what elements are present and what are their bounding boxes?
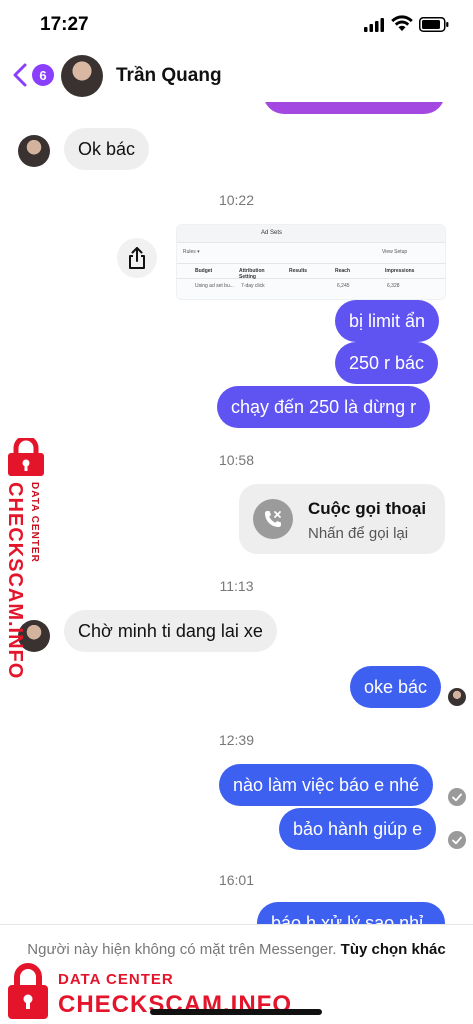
- image-cell: 6,245: [337, 283, 350, 289]
- wifi-icon: [391, 15, 413, 31]
- share-icon: [129, 247, 145, 269]
- chevron-left-icon: [13, 63, 27, 87]
- image-topbar: Ad Sets: [177, 225, 445, 243]
- message-bubble-outgoing[interactable]: báo h xử lý sao nhỉ: [257, 902, 445, 924]
- message-bubble-incoming[interactable]: Ok bác: [64, 128, 150, 170]
- image-cell: 6,328: [387, 283, 400, 289]
- more-options-link[interactable]: Tùy chọn khác: [341, 941, 446, 958]
- missed-call-icon: [253, 499, 293, 539]
- home-indicator[interactable]: [150, 1009, 322, 1015]
- timestamp: 11:13: [219, 578, 254, 594]
- image-col-header: Results: [289, 268, 308, 274]
- timestamp: 10:22: [218, 192, 255, 208]
- image-col-header: Impressions: [385, 268, 415, 274]
- back-button[interactable]: 6: [10, 60, 56, 90]
- message-bubble-outgoing[interactable]: chạy đến 250 là dừng r: [217, 386, 431, 428]
- watermark-tagline: DATA CENTER: [29, 482, 40, 563]
- status-bar: 17:27: [0, 0, 473, 50]
- image-table-header: Budget Attribution Setting Results Reach…: [177, 263, 445, 280]
- signal-icon: [364, 18, 384, 32]
- image-attachment[interactable]: Ad Sets Rules ▾ View Setup Budget Attrib…: [176, 224, 446, 300]
- footer-notice: Người này hiện không có mặt trên Messeng…: [27, 941, 337, 958]
- watermark-tagline: DATA CENTER: [58, 971, 174, 988]
- lock-icon: [8, 963, 48, 1019]
- timestamp: 12:39: [218, 732, 255, 748]
- timestamp: 16:01: [218, 872, 255, 888]
- image-rules-label: Rules ▾: [183, 249, 200, 255]
- sent-check-icon: [448, 831, 466, 849]
- composer-footer: Người này hiện không có mặt trên Messeng…: [0, 924, 473, 1024]
- image-cell: Using ad set bu...: [195, 283, 234, 289]
- timestamp: 10:58: [218, 452, 255, 468]
- message-list[interactable]: Ok bác 10:22 Ad Sets Rules ▾ View Setup …: [0, 102, 473, 924]
- image-table-row: Using ad set bu... 7-day click 6,245 6,3…: [177, 281, 445, 293]
- lock-icon: [8, 438, 44, 476]
- call-subtitle: Nhấn để gọi lại: [308, 525, 409, 542]
- battery-icon: [419, 17, 449, 32]
- contact-name[interactable]: Trần Quang: [116, 65, 222, 87]
- watermark-brand: CHECKSCAM.INFO: [4, 482, 26, 680]
- message-bubble-outgoing[interactable]: oke bác: [350, 666, 442, 708]
- message-bubble-outgoing[interactable]: bị limit ẩn: [335, 300, 440, 342]
- image-cell: 7-day click: [241, 283, 265, 289]
- read-receipt-avatar: [448, 688, 466, 706]
- share-button[interactable]: [117, 238, 157, 278]
- image-tab-label: Ad Sets: [261, 230, 283, 236]
- message-bubble-outgoing[interactable]: [263, 102, 445, 114]
- image-view-setup-label: View Setup: [382, 249, 408, 255]
- message-bubble-outgoing[interactable]: bảo hành giúp e: [279, 808, 437, 850]
- missed-call-card[interactable]: Cuộc gọi thoại Nhấn để gọi lại: [239, 484, 445, 554]
- footer-notice-wrap: Người này hiện không có mặt trên Messeng…: [20, 939, 453, 961]
- watermark-vertical: CHECKSCAM.INFO DATA CENTER: [0, 432, 56, 680]
- sender-avatar: [18, 135, 50, 167]
- message-bubble-outgoing[interactable]: 250 r bác: [335, 342, 439, 384]
- message-bubble-outgoing[interactable]: nào làm việc báo e nhé: [219, 764, 434, 806]
- sent-check-icon: [448, 788, 466, 806]
- image-col-header: Budget: [195, 268, 213, 274]
- status-time: 17:27: [40, 14, 89, 35]
- image-col-header: Reach: [335, 268, 351, 274]
- unread-count-badge: 6: [32, 64, 54, 86]
- call-title: Cuộc gọi thoại: [308, 499, 427, 518]
- image-col-header: Attribution Setting: [239, 268, 265, 280]
- contact-avatar[interactable]: [61, 55, 103, 97]
- message-bubble-incoming[interactable]: Chờ minh ti dang lai xe: [64, 610, 277, 652]
- conversation-header: 6 Trần Quang: [0, 50, 473, 102]
